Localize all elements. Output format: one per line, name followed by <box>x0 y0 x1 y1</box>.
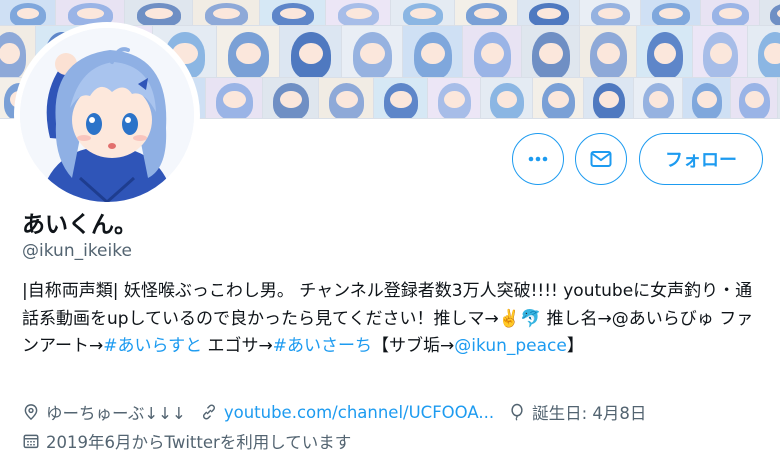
banner-tile <box>391 0 454 25</box>
banner-tile <box>634 78 682 118</box>
birthday-text: 誕生日: 4月8日 <box>532 404 647 423</box>
banner-tile <box>463 26 521 77</box>
banner-tile <box>693 26 747 77</box>
location-pin-icon <box>24 404 38 421</box>
dolphin-emoji-icon: 🐬 <box>519 308 542 329</box>
link-icon <box>202 404 215 420</box>
bio-text: 【サブ垢→ <box>372 336 455 356</box>
banner-tile <box>748 26 780 77</box>
victory-hand-emoji-icon: ✌️ <box>498 308 520 329</box>
location-item: ゆーちゅーぶ↓↓↓ <box>22 400 186 424</box>
banner-tile <box>260 0 325 25</box>
banner-tile <box>522 26 579 77</box>
mention-link[interactable]: @ikun_peace <box>454 336 567 356</box>
hashtag-link[interactable]: #あいらすと <box>103 336 202 356</box>
banner-tile <box>342 26 402 77</box>
user-handle: @ikun_ikeike <box>22 241 132 261</box>
banner-tile <box>0 0 55 25</box>
banner-tile <box>760 0 780 25</box>
banner-tile <box>637 26 692 77</box>
display-name: あいくん。 <box>22 212 137 238</box>
profile-meta-joined: 2019年6月からTwitterを利用しています <box>22 429 365 453</box>
banner-tile <box>580 26 636 77</box>
banner-tile <box>125 0 192 25</box>
joined-text: 2019年6月からTwitterを利用しています <box>46 433 352 452</box>
banner-tile <box>518 0 579 25</box>
banner-tile <box>455 0 517 25</box>
banner-tile <box>403 26 462 77</box>
banner-tile <box>206 78 262 118</box>
banner-tile <box>641 0 700 25</box>
avatar[interactable] <box>20 28 194 202</box>
envelope-icon <box>590 151 612 167</box>
profile-bio: |自称両声類| 妖怪喉ぶっこわし男。 チャンネル登録者数3万人突破!!!! yo… <box>22 278 767 361</box>
banner-tile <box>533 78 583 118</box>
bio-text: エゴサ→ <box>202 336 273 356</box>
website-item[interactable]: youtube.com/channel/UCFOOA... <box>200 403 494 422</box>
calendar-icon <box>23 434 39 449</box>
message-button[interactable] <box>575 133 627 185</box>
banner-tile <box>428 78 480 118</box>
follow-button[interactable]: フォロー <box>639 133 763 185</box>
hashtag-link[interactable]: #あいさーち <box>273 336 372 356</box>
profile-meta: ゆーちゅーぶ↓↓↓ youtube.com/channel/UCFOOA... … <box>22 400 660 424</box>
banner-tile <box>263 78 318 118</box>
banner-tile <box>217 26 279 77</box>
banner-tile <box>319 78 373 118</box>
banner-tile <box>683 78 730 118</box>
banner-tile <box>580 0 640 25</box>
bio-text: 】 <box>566 336 584 356</box>
more-options-button[interactable] <box>512 133 564 185</box>
banner-tile <box>481 78 532 118</box>
banner-tile <box>374 78 427 118</box>
banner-tile <box>193 0 259 25</box>
more-horizontal-icon <box>528 156 548 162</box>
balloon-icon <box>511 403 523 421</box>
location-text: ゆーちゅーぶ↓↓↓ <box>46 404 186 423</box>
website-link[interactable]: youtube.com/channel/UCFOOA... <box>224 403 494 422</box>
avatar-illustration <box>20 28 194 202</box>
banner-tile <box>701 0 759 25</box>
birthday-item: 誕生日: 4月8日 <box>508 400 646 424</box>
banner-tile <box>280 26 341 77</box>
joined-item: 2019年6月からTwitterを利用しています <box>22 429 351 453</box>
banner-tile <box>731 78 777 118</box>
banner-tile <box>326 0 390 25</box>
banner-tile <box>584 78 633 118</box>
